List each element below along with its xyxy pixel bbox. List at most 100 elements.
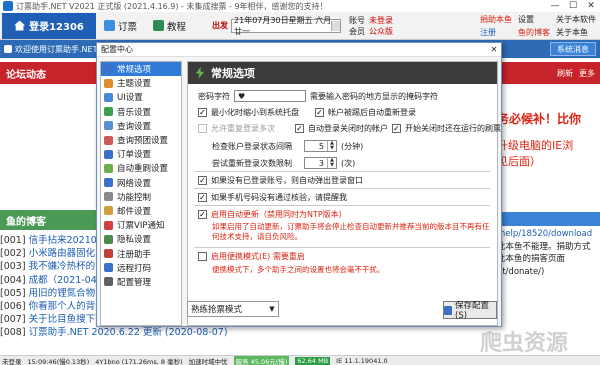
min-tray-checkbox[interactable]	[198, 108, 207, 117]
auto-update-label: 启用自动更新（禁用同时为NTP版本）	[211, 210, 347, 219]
password-char-label: 密码字符	[198, 91, 230, 101]
config-nav-item[interactable]: 注册助手	[101, 246, 181, 260]
tutorial-label: 教程	[167, 21, 187, 33]
register-link[interactable]: 注册	[480, 27, 512, 38]
donate-url[interactable]: et/donate/)	[497, 266, 600, 279]
config-nav-label: 邮件设置	[117, 206, 152, 217]
phone-verify-label: 如果手机号码没有通过核验，请提醒我	[211, 193, 347, 202]
refresh-icon	[104, 163, 113, 173]
right-panel-header: 刷新 更多	[497, 62, 600, 84]
chevron-down-icon[interactable]: ▼	[266, 305, 278, 313]
interval-stepper[interactable]: 5 ▲ ▼	[304, 140, 337, 152]
password-char-input[interactable]: ♥	[234, 90, 306, 102]
auto-relogin-checkbox[interactable]	[315, 108, 324, 117]
config-nav-item[interactable]: 订单设置	[101, 147, 181, 161]
no-login-popup-label: 如果没有已登录账号，则自动弹出登录窗口	[211, 176, 363, 185]
config-nav-label: 自动重刷设置	[117, 164, 169, 175]
mode-select-value: 熟练抢票模式	[191, 305, 243, 315]
option-row: 最小化时缩小到系统托盘 帐户被踢后自动重新登录	[198, 107, 416, 118]
config-nav-item[interactable]: 查询设置	[101, 119, 181, 133]
login-button[interactable]: 登录12306	[2, 12, 96, 39]
book-ticket-button[interactable]: 订票	[96, 19, 145, 33]
calendar-dropdown-icon[interactable]	[331, 20, 341, 31]
save-config-button[interactable]: 保存配置(S)	[443, 301, 497, 321]
about-fish-link[interactable]: 关于本鱼	[556, 27, 596, 38]
post-title[interactable]: 我不嫌冷热杯的...	[29, 260, 105, 273]
config-nav-label: 订票VIP通知	[117, 221, 165, 232]
post-title[interactable]: 信手拈来20210...	[29, 234, 106, 247]
relogin-stepper[interactable]: 3 ▲ ▼	[304, 157, 337, 169]
config-nav-item[interactable]: 配置管理	[101, 275, 181, 289]
stepper-arrows-icon[interactable]: ▲ ▼	[327, 158, 336, 168]
config-nav-item[interactable]: 自动重刷设置	[101, 161, 181, 175]
refresh-link[interactable]: 刷新	[557, 68, 573, 79]
auto-close-checkbox[interactable]	[295, 124, 304, 133]
auto-update-checkbox[interactable]	[198, 210, 207, 219]
maximize-button[interactable]: ☐	[564, 1, 582, 11]
post-title[interactable]: 订票助手.NET 2020.6.22 更新 (2020-08-07)	[29, 326, 228, 339]
book-ticket-label: 订票	[118, 21, 138, 33]
window-titlebar: 订票助手.NET V2021 正式版 (2021.4.16.9) - 未集成搜票…	[0, 0, 600, 12]
departure-date-input[interactable]: 21年07月30日星期五 六月廿一	[231, 16, 342, 36]
interval-value[interactable]: 5	[305, 142, 327, 151]
download-link[interactable]: /help/18520/download	[497, 228, 600, 241]
post-title[interactable]: 用旧的锂氮合物...	[29, 287, 105, 300]
remote-icon	[104, 263, 113, 273]
auto-relogin-label: 帐户被踢后自动重新登录	[328, 108, 416, 117]
about-software-link[interactable]: 关于本软件	[556, 14, 596, 25]
post-title[interactable]: 小米路由器固化...	[29, 247, 105, 260]
portable-mode-label: 启用便携模式(E) 需要重启	[211, 252, 305, 261]
tutorial-button[interactable]: 教程	[145, 19, 194, 33]
panel-title: 常规选项	[211, 67, 255, 80]
config-nav-item[interactable]: 主题设置	[101, 76, 181, 90]
post-number: [006]	[0, 301, 26, 313]
relogin-value[interactable]: 3	[305, 159, 327, 168]
config-nav-item[interactable]: 远程打码	[101, 261, 181, 275]
lock-icon	[104, 234, 113, 244]
config-nav-label: UI设置	[117, 93, 143, 104]
app-logo-icon	[3, 1, 13, 11]
portable-mode-checkbox[interactable]	[198, 252, 207, 261]
status-clock: 15:09:46(慢0.13秒)	[27, 357, 90, 365]
post-number: [005]	[0, 287, 26, 299]
system-message-button[interactable]: 系统消息	[550, 42, 596, 56]
stepper-arrows-icon[interactable]: ▲ ▼	[327, 141, 336, 151]
close-window-button[interactable]: ✕	[582, 1, 600, 11]
option-row: 如果手机号码没有通过核验，请提醒我	[198, 192, 347, 203]
fish-blog-header: 鱼的博客	[0, 210, 102, 230]
fish-blog-link[interactable]: 鱼的博客	[518, 27, 550, 38]
interval-row: 检查账户登录状态间隔 5 ▲ ▼ (分钟)	[212, 140, 363, 152]
config-nav-item[interactable]: 网络设置	[101, 176, 181, 190]
relogin-row: 尝试重新登录次数限制 3 ▲ ▼ (次)	[212, 157, 355, 169]
phone-verify-checkbox[interactable]	[198, 193, 207, 202]
more-link[interactable]: 更多	[579, 68, 595, 79]
config-nav-item[interactable]: UI设置	[101, 90, 181, 104]
config-nav-item[interactable]: 邮件设置	[101, 204, 181, 218]
start-check-checkbox[interactable]	[392, 124, 401, 133]
config-nav-item[interactable]: 隐私设置	[101, 232, 181, 246]
no-login-popup-checkbox[interactable]	[198, 176, 207, 185]
config-nav-item[interactable]: 查询预团设置	[101, 133, 181, 147]
config-nav-item[interactable]: 订票VIP通知	[101, 218, 181, 232]
config-nav-item[interactable]: 常规选项	[101, 62, 181, 77]
book-icon	[153, 20, 165, 31]
dialog-close-button[interactable]: ✕	[487, 45, 501, 54]
config-nav-item[interactable]: 功能控制	[101, 190, 181, 204]
config-nav-label: 隐私设置	[117, 235, 152, 246]
divider	[194, 188, 490, 189]
network-icon	[104, 178, 113, 188]
window-controls: — ☐ ✕	[546, 1, 600, 11]
multi-login-checkbox[interactable]	[198, 124, 207, 133]
config-nav: 常规选项 主题设置 UI设置 音乐设置 查询设置 查询预团设置 订单设置自动重刷设置 网络设置…	[100, 61, 182, 326]
mode-select[interactable]: 熟练抢票模式 ▼	[187, 301, 279, 317]
divider	[194, 247, 490, 248]
option-row: 允许重复登录多次 自动登录关闭时的帐户 开始关闭时还在运行的刷票	[198, 123, 501, 134]
settings-link[interactable]: 设置	[518, 14, 550, 25]
config-nav-item[interactable]: 音乐设置	[101, 105, 181, 119]
config-dialog: 配置中心 ✕ 常规选项 主题设置 UI设置 音乐设置 查询设置 查询预团设置 订单设置 自动重…	[96, 42, 502, 327]
donate-link[interactable]: 捐助本鱼	[480, 14, 512, 25]
minimize-button[interactable]: —	[546, 1, 564, 11]
user-icon	[4, 45, 12, 53]
min-tray-label: 最小化时缩小到系统托盘	[211, 108, 299, 117]
account-value: 未登录	[369, 15, 394, 25]
